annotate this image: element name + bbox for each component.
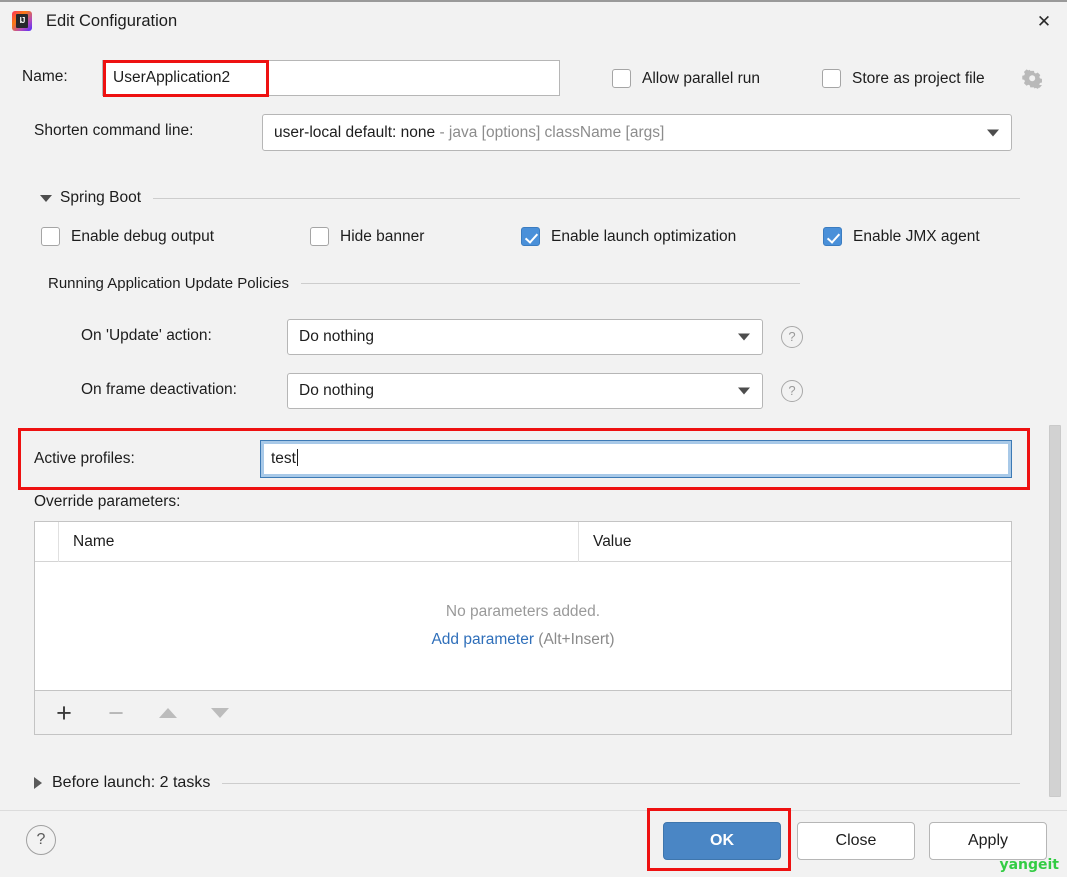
dialog-titlebar: IJ Edit Configuration ✕ [0,0,1067,40]
chevron-down-icon [987,129,999,136]
chevron-down-icon [40,195,52,202]
hide-banner-label: Hide banner [340,228,424,246]
add-parameter-shortcut-hint: (Alt+Insert) [538,631,614,648]
allow-parallel-run-checkbox[interactable]: Allow parallel run [612,69,760,88]
spring-boot-section-header[interactable]: Spring Boot [40,189,1020,207]
checkbox-box [41,227,60,246]
column-header-name[interactable]: Name [59,522,579,562]
on-frame-deactivation-dropdown[interactable]: Do nothing [287,373,763,409]
checkbox-box [822,69,841,88]
override-parameters-label: Override parameters: [34,493,180,511]
section-divider [222,783,1020,784]
column-header-value[interactable]: Value [579,522,1011,562]
close-icon[interactable]: ✕ [1021,2,1067,42]
remove-parameter-button[interactable]: − [101,698,131,728]
checkbox-box [310,227,329,246]
checkbox-box [612,69,631,88]
on-update-action-value: Do nothing [299,328,374,346]
active-profiles-input[interactable]: test [260,440,1012,478]
section-divider [301,283,800,284]
override-parameters-table: Name Value No parameters added. Add para… [34,521,1012,691]
apply-button[interactable]: Apply [929,822,1047,860]
shorten-command-line-dropdown[interactable]: user-local default: none - java [options… [262,114,1012,151]
on-frame-deactivation-value: Do nothing [299,382,374,400]
spring-boot-checkbox-row: Enable debug output Hide banner Enable l… [0,227,1067,249]
intellij-idea-logo-icon: IJ [12,11,32,31]
on-frame-deactivation-label: On frame deactivation: [81,381,237,399]
help-icon[interactable]: ? [26,825,56,855]
store-as-project-file-label: Store as project file [852,70,985,88]
add-parameter-button[interactable]: + [49,698,79,728]
before-launch-label: Before launch: 2 tasks [52,774,210,792]
allow-parallel-run-label: Allow parallel run [642,70,760,88]
spring-boot-section-title: Spring Boot [60,189,141,207]
chevron-right-icon [34,777,42,789]
enable-launch-optimization-checkbox[interactable]: Enable launch optimization [521,227,736,246]
table-body-empty: No parameters added. Add parameter (Alt+… [35,562,1011,690]
move-up-button[interactable] [153,698,183,728]
footer-divider [0,810,1067,811]
table-gutter-column [35,522,59,562]
override-parameters-toolbar: + − [34,691,1012,735]
update-policies-section-header: Running Application Update Policies [48,275,800,292]
enable-jmx-agent-checkbox[interactable]: Enable JMX agent [823,227,980,246]
empty-table-message: No parameters added. [446,603,600,621]
section-divider [153,198,1020,199]
plus-icon: + [56,702,72,724]
active-profiles-value: test [271,450,296,467]
up-arrow-icon [159,708,177,718]
hide-banner-checkbox[interactable]: Hide banner [310,227,424,246]
text-cursor [297,449,298,466]
checkbox-box-checked [823,227,842,246]
close-button[interactable]: Close [797,822,915,860]
add-parameter-link[interactable]: Add parameter [431,631,534,648]
chevron-down-icon [738,388,750,395]
table-header-row: Name Value [35,522,1011,562]
vertical-scrollbar-thumb[interactable] [1049,425,1061,797]
chevron-down-icon [738,334,750,341]
ok-button[interactable]: OK [663,822,781,860]
add-parameter-line: Add parameter (Alt+Insert) [431,631,614,649]
update-policies-title: Running Application Update Policies [48,275,289,292]
enable-debug-output-label: Enable debug output [71,228,214,246]
minus-icon: − [108,702,124,724]
active-profiles-label: Active profiles: [34,450,135,468]
enable-debug-output-checkbox[interactable]: Enable debug output [41,227,214,246]
on-update-action-help-icon[interactable]: ? [781,326,803,348]
shorten-value-dim: - java [options] className [args] [435,124,664,141]
enable-jmx-agent-label: Enable JMX agent [853,228,980,246]
before-launch-section-header[interactable]: Before launch: 2 tasks [34,774,1020,792]
dialog-title: Edit Configuration [46,12,177,31]
move-down-button[interactable] [205,698,235,728]
checkbox-box-checked [521,227,540,246]
enable-launch-optimization-label: Enable launch optimization [551,228,736,246]
on-frame-deactivation-help-icon[interactable]: ? [781,380,803,402]
on-update-action-dropdown[interactable]: Do nothing [287,319,763,355]
top-checkbox-row: Allow parallel run Store as project file [0,62,1067,96]
shorten-command-line-value: user-local default: none - java [options… [274,124,664,142]
down-arrow-icon [211,708,229,718]
gear-icon[interactable] [1022,68,1044,90]
shorten-command-line-label: Shorten command line: [34,122,193,140]
watermark: yangeit [999,857,1059,873]
on-update-action-label: On 'Update' action: [81,327,212,345]
shorten-value-strong: user-local default: none [274,124,435,141]
edit-configuration-dialog: IJ Edit Configuration ✕ Name: UserApplic… [0,0,1067,877]
store-as-project-file-checkbox[interactable]: Store as project file [822,69,985,88]
